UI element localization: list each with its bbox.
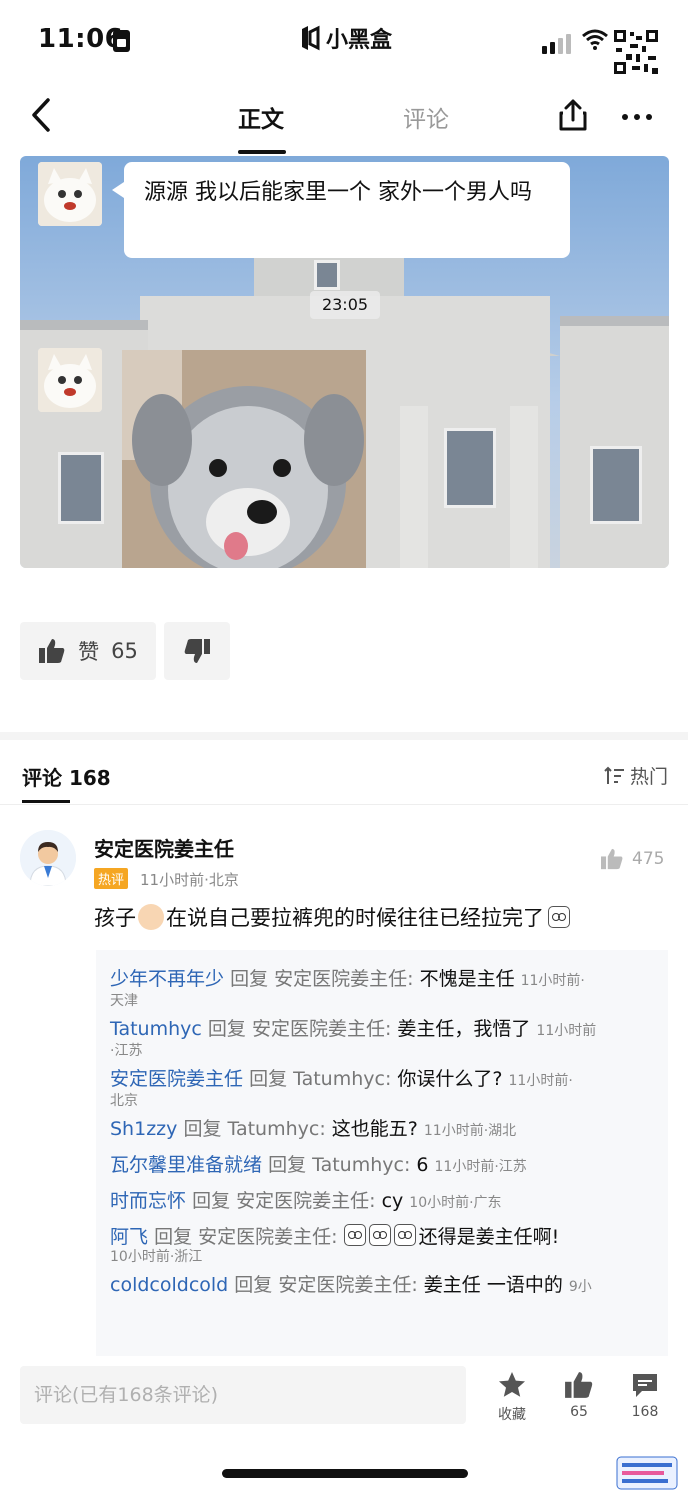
status-bar: 11:06 小黑盒: [0, 0, 688, 78]
chat-avatar-cat-2: [38, 348, 102, 412]
comments-label: 评论: [22, 766, 62, 790]
comment-avatar[interactable]: [20, 830, 76, 886]
vote-row: 赞 65: [20, 622, 230, 680]
post-image[interactable]: 源源 我以后能家里一个 家外一个男人吗 23:05: [20, 156, 669, 568]
qr-code-icon[interactable]: [612, 28, 660, 76]
comments-header: 评论 168 热门: [0, 748, 688, 805]
comments-title[interactable]: 评论 168: [22, 762, 111, 791]
eyes-emoji-icon: [343, 1224, 366, 1246]
eyes-emoji-icon: [393, 1224, 416, 1246]
tab-main-text[interactable]: 正文: [238, 100, 284, 134]
thumbs-up-icon: [565, 1372, 593, 1398]
sweat-emoji-icon: [548, 906, 570, 928]
thumbs-down-icon: [184, 639, 210, 663]
bottom-bar: 收藏 65 168: [0, 1356, 688, 1491]
comment-meta: 11小时前·北京: [140, 871, 239, 889]
comment-like-count: 475: [632, 849, 665, 869]
doctor-avatar-icon: [20, 830, 76, 886]
status-time: 11:06: [38, 24, 124, 54]
favorite-label: 收藏: [498, 1407, 526, 1423]
watermark-logo-icon: [616, 1456, 678, 1490]
thumbs-up-icon: [39, 639, 65, 663]
back-arrow-icon[interactable]: [28, 96, 56, 134]
comments-count: 168: [68, 766, 111, 790]
cat-face-icon: [38, 162, 102, 226]
hot-comment-badge: 热评: [94, 868, 129, 889]
reply-item[interactable]: Tatumhyc 回复 安定医院姜主任: 姜主任，我悟了 11小时前 ·江苏: [110, 1014, 654, 1060]
reply-item[interactable]: 瓦尔馨里准备就绪 回复 Tatumhyc: 6 11小时前·江苏: [110, 1150, 654, 1182]
bottom-like-count: 65: [570, 1404, 588, 1420]
app-title: 小黑盒: [298, 22, 392, 54]
eyes-emoji-icon: [368, 1224, 391, 1246]
bottom-like-button[interactable]: 65: [549, 1370, 609, 1420]
signal-icon: [542, 34, 571, 54]
cat-face-icon: [38, 348, 102, 412]
chat-avatar-cat: [38, 162, 102, 226]
bottom-comment-count: 168: [631, 1404, 659, 1420]
xiaoheihe-logo-icon: [302, 25, 320, 51]
app-name-text: 小黑盒: [326, 28, 393, 53]
reply-item[interactable]: coldcoldcold 回复 安定医院姜主任: 姜主任 一语中的 9小: [110, 1270, 654, 1302]
like-count: 65: [111, 639, 138, 663]
favorite-button[interactable]: 收藏: [482, 1370, 542, 1424]
section-divider: [0, 732, 688, 740]
more-options-icon[interactable]: [622, 114, 652, 120]
comment-text: 孩子 在说自己要拉裤兜的时候往往已经拉完了: [94, 902, 573, 932]
nav-bar: 正文 评论: [0, 78, 688, 156]
thumbs-up-icon: [601, 848, 623, 870]
replies-list: 少年不再年少 回复 安定医院姜主任: 不愧是主任 11小时前· 天津 Tatumh…: [96, 950, 668, 1360]
wifi-icon: [582, 29, 608, 50]
comment-input[interactable]: [20, 1366, 466, 1424]
sort-icon: [604, 766, 624, 784]
home-indicator[interactable]: [222, 1469, 468, 1478]
chat-bubble: 源源 我以后能家里一个 家外一个男人吗: [112, 162, 570, 258]
reply-item[interactable]: 安定医院姜主任 回复 Tatumhyc: 你误什么了? 11小时前· 北京: [110, 1064, 654, 1110]
dog-sticker-image: [122, 350, 366, 568]
sort-label: 热门: [629, 766, 668, 788]
dog-face-icon: [122, 350, 366, 568]
tab-active-indicator: [238, 150, 286, 154]
dislike-button[interactable]: [164, 622, 230, 680]
comment-username[interactable]: 安定医院姜主任: [94, 833, 234, 862]
reply-item[interactable]: 少年不再年少 回复 安定医院姜主任: 不愧是主任 11小时前· 天津: [110, 964, 654, 1010]
share-icon[interactable]: [557, 98, 589, 132]
sort-hot-button[interactable]: 热门: [604, 762, 668, 789]
comment-like-button[interactable]: 475: [600, 848, 664, 870]
baby-emoji-icon: [138, 904, 164, 930]
star-icon: [499, 1372, 525, 1397]
comments-tab-indicator: [22, 800, 70, 803]
tab-comments[interactable]: 评论: [403, 100, 449, 134]
chat-timestamp: 23:05: [310, 291, 380, 319]
sim-icon: [113, 30, 130, 52]
comment-bubble-icon: [633, 1374, 657, 1397]
like-button[interactable]: 赞 65: [20, 622, 156, 680]
reply-item[interactable]: Sh1zzy 回复 Tatumhyc: 这也能五? 11小时前·湖北: [110, 1114, 654, 1146]
reply-item[interactable]: 时而忘怀 回复 安定医院姜主任: cy 10小时前·广东: [110, 1186, 654, 1218]
like-label: 赞: [78, 640, 100, 664]
bottom-comment-button[interactable]: 168: [615, 1370, 675, 1420]
reply-item[interactable]: 阿飞 回复 安定医院姜主任: 还得是姜主任啊! 10小时前·浙江: [110, 1222, 654, 1266]
